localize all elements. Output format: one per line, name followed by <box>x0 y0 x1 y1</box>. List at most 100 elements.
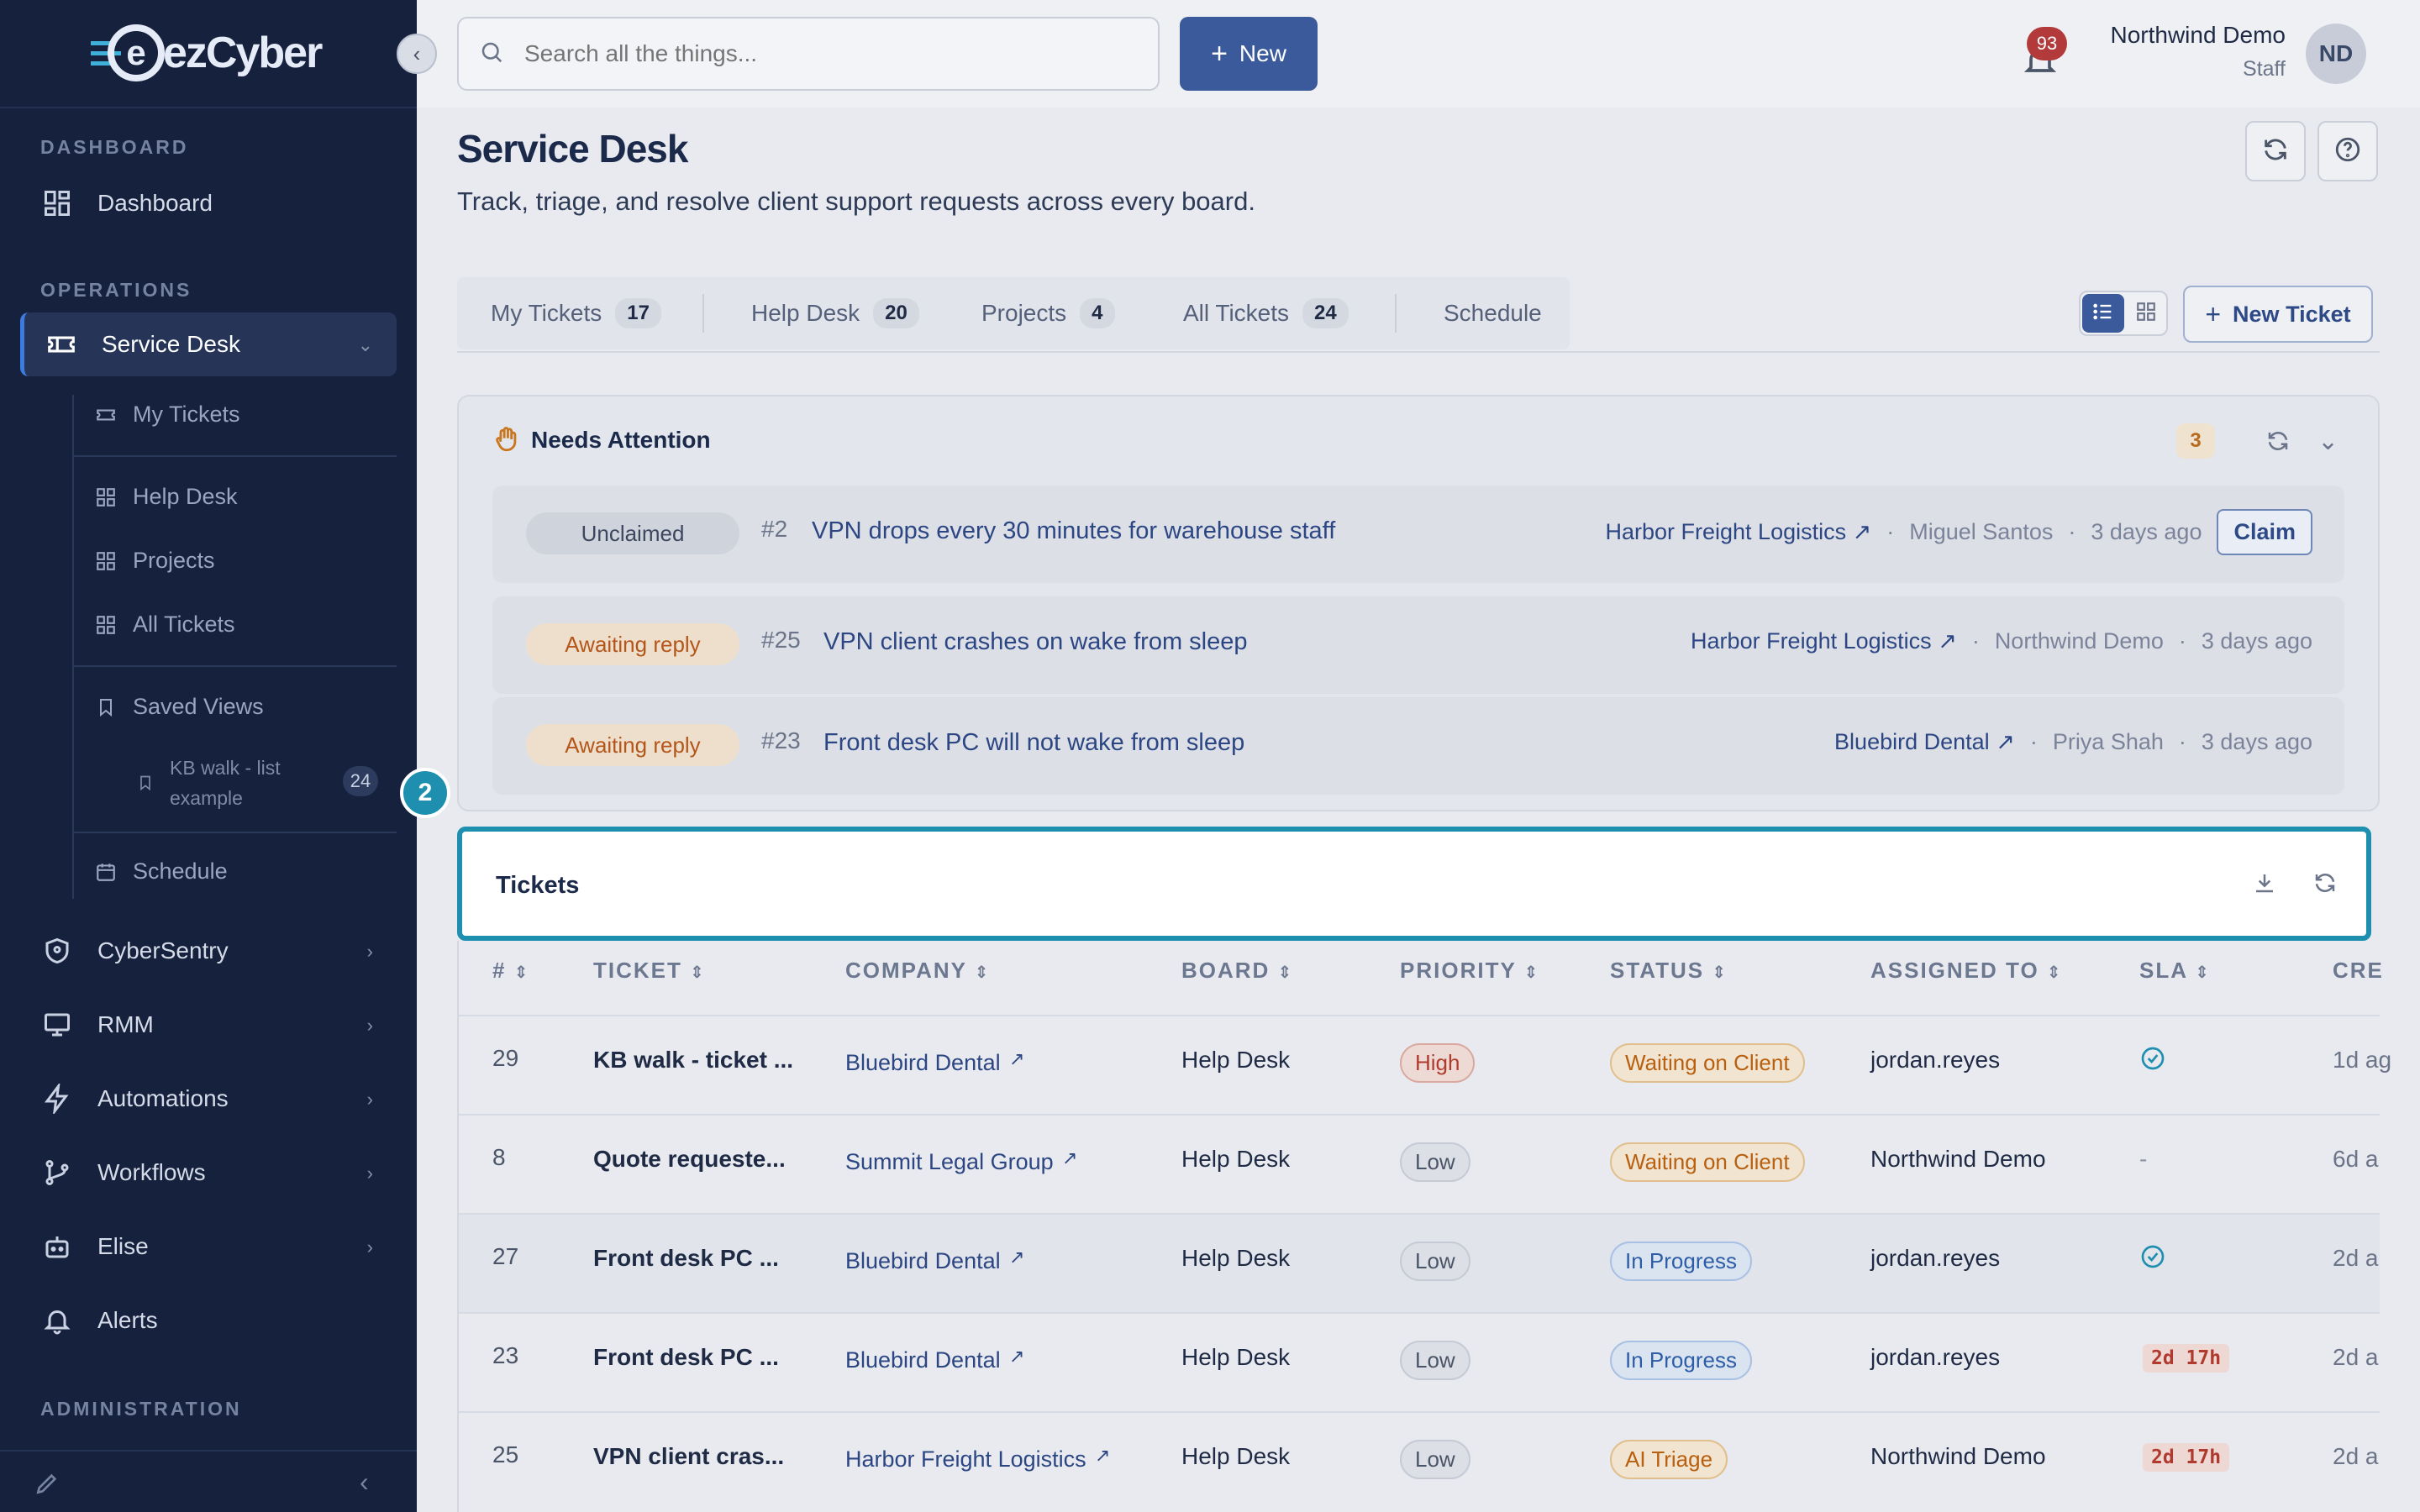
column-label: COMPANY <box>845 958 967 983</box>
ticket-icon <box>94 403 118 427</box>
column-header-assigned[interactable]: ASSIGNED TO ⇕ <box>1870 958 2063 984</box>
tab-all-tickets[interactable]: All Tickets 24 <box>1183 277 1349 349</box>
company-link[interactable]: Harbor Freight Logistics ↗ <box>1691 628 1957 654</box>
tickets-panel-header: Tickets <box>457 827 2371 941</box>
column-header-company[interactable]: COMPANY ⇕ <box>845 958 991 984</box>
new-button[interactable]: + New <box>1180 17 1318 91</box>
sidebar-subitem-help-desk[interactable]: Help Desk <box>94 484 238 510</box>
ticket-subject-link[interactable]: Front desk PC will not wake from sleep <box>823 729 1244 757</box>
notification-count-badge: 93 <box>2027 27 2067 60</box>
company-link[interactable]: Harbor Freight Logistics <box>845 1446 1086 1473</box>
pencil-icon[interactable] <box>34 1470 60 1501</box>
collapse-sidebar-icon[interactable]: ‹ <box>360 1467 369 1498</box>
chevron-right-icon: › <box>366 941 373 962</box>
divider <box>72 455 397 457</box>
column-header-board[interactable]: BOARD ⇕ <box>1181 958 1293 984</box>
search-input[interactable] <box>524 40 1113 67</box>
requester: Priya Shah <box>2052 729 2164 754</box>
attention-meta: Harbor Freight Logistics ↗ · Northwind D… <box>1691 628 2312 654</box>
sidebar-toggle-button[interactable]: ‹ <box>397 34 437 74</box>
sidebar-subitem-my-tickets[interactable]: My Tickets <box>94 402 240 428</box>
created-date: 6d a <box>2333 1146 2379 1172</box>
ticket-subject-link[interactable]: VPN client cras... <box>593 1443 784 1470</box>
created-date: 2d a <box>2333 1344 2379 1370</box>
company-link[interactable]: Bluebird Dental <box>845 1050 1001 1076</box>
ticket-subject-link[interactable]: Quote requeste... <box>593 1146 786 1173</box>
sidebar-item-workflows[interactable]: Workflows › <box>20 1141 397 1205</box>
external-link-icon: ↗ <box>1009 1048 1025 1069</box>
column-label: PRIORITY <box>1400 958 1517 983</box>
new-ticket-button[interactable]: + New Ticket <box>2183 286 2373 343</box>
attention-row[interactable]: Awaiting reply #23 Front desk PC will no… <box>492 697 2344 795</box>
assignee: jordan.reyes <box>1870 1047 2001 1073</box>
subnav-rail <box>72 395 74 899</box>
list-view-button[interactable] <box>2082 294 2124 333</box>
sidebar-subitem-saved-views[interactable]: Saved Views <box>94 694 264 720</box>
tab-my-tickets[interactable]: My Tickets 17 <box>491 277 661 349</box>
column-header-priority[interactable]: PRIORITY ⇕ <box>1400 958 1539 984</box>
bell-icon <box>40 1304 74 1337</box>
refresh-button[interactable] <box>2245 121 2306 181</box>
chevron-right-icon: › <box>366 1015 373 1036</box>
help-button[interactable] <box>2317 121 2378 181</box>
sidebar-item-automations[interactable]: Automations › <box>20 1067 397 1131</box>
divider <box>702 294 704 333</box>
status-badge: Waiting on Client <box>1610 1142 1805 1182</box>
company-link[interactable]: Bluebird Dental <box>845 1248 1001 1274</box>
ticket-subject-link[interactable]: Front desk PC ... <box>593 1245 779 1272</box>
tab-projects[interactable]: Projects 4 <box>981 277 1115 349</box>
grid-icon <box>2135 301 2157 327</box>
grid-view-button[interactable] <box>2126 294 2166 333</box>
status-badge: Awaiting reply <box>526 623 739 665</box>
column-header-status[interactable]: STATUS ⇕ <box>1610 958 1728 984</box>
bot-icon <box>40 1230 74 1263</box>
new-button-label: New <box>1239 40 1286 66</box>
refresh-icon[interactable] <box>2265 428 2291 458</box>
ticket-subject-link[interactable]: VPN drops every 30 minutes for warehouse… <box>812 517 1335 545</box>
refresh-icon[interactable] <box>2312 870 2338 900</box>
ticket-subject-link[interactable]: Front desk PC ... <box>593 1344 779 1371</box>
attention-row[interactable]: Awaiting reply #25 VPN client crashes on… <box>492 596 2344 694</box>
sidebar-item-service-desk[interactable]: Service Desk ⌄ <box>20 312 397 376</box>
claim-button[interactable]: Claim <box>2217 509 2312 555</box>
sidebar-subitem-schedule[interactable]: Schedule <box>94 858 228 885</box>
sidebar-item-dashboard[interactable]: Dashboard <box>20 171 397 235</box>
ticket-subject-link[interactable]: VPN client crashes on wake from sleep <box>823 628 1248 656</box>
sidebar-subitem-label: All Tickets <box>133 612 235 637</box>
sidebar-subitem-all-tickets[interactable]: All Tickets <box>94 612 235 638</box>
brand-logo[interactable]: e ezCyber <box>91 22 323 84</box>
saved-view-kb-walk[interactable]: KB walk - list example <box>136 753 281 813</box>
priority-badge: Low <box>1400 1440 1470 1479</box>
column-label: CRE <box>2333 958 2384 983</box>
company-link[interactable]: Bluebird Dental ↗ <box>1834 729 2015 755</box>
attention-row[interactable]: Unclaimed #2 VPN drops every 30 minutes … <box>492 486 2344 583</box>
sla-ok-icon <box>2139 1243 2166 1274</box>
sidebar-item-cybersentry[interactable]: CyberSentry › <box>20 919 397 983</box>
column-header-number[interactable]: # ⇕ <box>492 958 529 984</box>
tickets-title: Tickets <box>496 872 580 899</box>
divider <box>72 665 397 667</box>
column-header-ticket[interactable]: TICKET ⇕ <box>593 958 706 984</box>
tab-help-desk[interactable]: Help Desk 20 <box>751 277 919 349</box>
sidebar-item-alerts[interactable]: Alerts <box>20 1289 397 1352</box>
global-search[interactable] <box>457 17 1160 91</box>
created-date: 2d a <box>2333 1443 2379 1469</box>
company-link[interactable]: Harbor Freight Logistics ↗ <box>1605 519 1871 545</box>
sidebar-subitem-projects[interactable]: Projects <box>94 548 215 574</box>
chevron-down-icon[interactable]: ⌄ <box>2317 427 2338 456</box>
sidebar-item-elise[interactable]: Elise › <box>20 1215 397 1278</box>
company-link[interactable]: Bluebird Dental <box>845 1347 1001 1373</box>
sidebar-footer: ‹ <box>0 1450 417 1512</box>
tab-count: 4 <box>1080 298 1115 328</box>
download-icon[interactable] <box>2252 870 2277 900</box>
column-header-sla[interactable]: SLA ⇕ <box>2139 958 2211 984</box>
sidebar-subitem-label: Schedule <box>133 858 228 884</box>
column-header-created[interactable]: CRE <box>2333 958 2384 984</box>
tab-count: 20 <box>873 298 919 328</box>
ticket-subject-link[interactable]: KB walk - ticket ... <box>593 1047 793 1074</box>
tab-schedule[interactable]: Schedule <box>1444 277 1542 349</box>
avatar[interactable]: ND <box>2306 24 2366 84</box>
company-link[interactable]: Summit Legal Group <box>845 1149 1054 1175</box>
sort-icon: ⇕ <box>1523 963 1540 982</box>
sidebar-item-rmm[interactable]: RMM › <box>20 993 397 1057</box>
